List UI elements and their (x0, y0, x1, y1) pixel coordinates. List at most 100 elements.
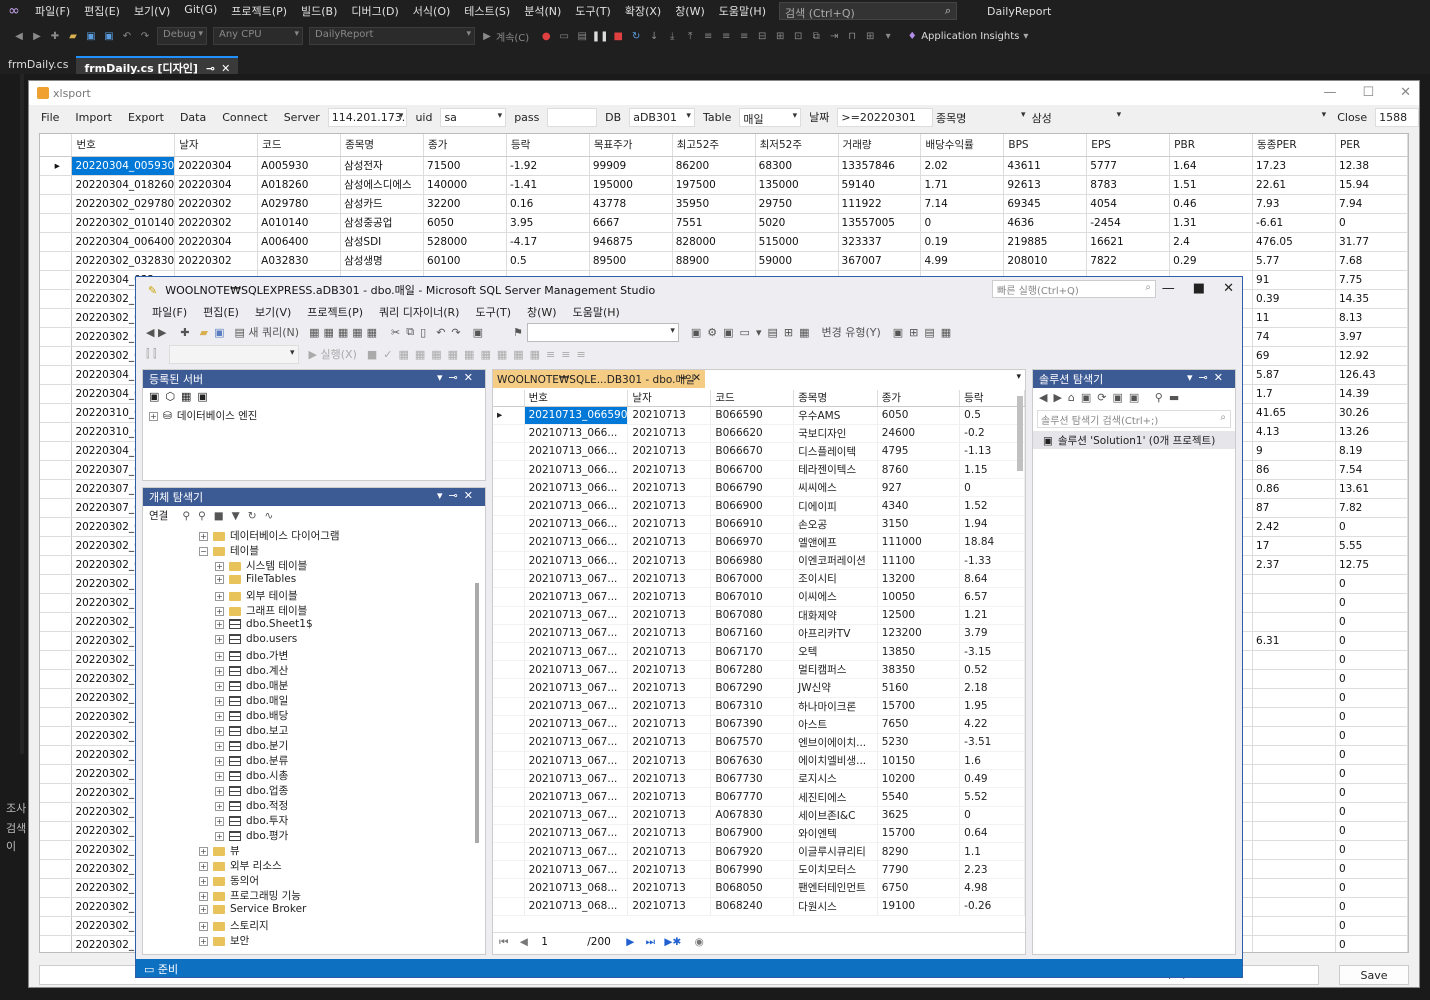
table-cell[interactable]: 20210713 (627, 751, 712, 771)
table-cell[interactable]: 세이브존I&C (793, 806, 878, 825)
table-cell[interactable]: 다원시스 (793, 897, 878, 916)
column-header[interactable]: 종가 (423, 134, 507, 157)
server-select[interactable]: 114.201.173.3 (327, 107, 408, 127)
undo-icon[interactable]: ↶ (436, 326, 445, 339)
tree-item[interactable]: + dbo.분류 (143, 753, 485, 768)
table-cell[interactable]: B067280 (710, 660, 795, 680)
more-icon[interactable]: ▾ (879, 31, 897, 42)
table-cell[interactable]: 3.95 (506, 213, 590, 233)
table-cell[interactable]: 91 (1252, 270, 1336, 290)
table-cell[interactable]: 99909 (589, 156, 673, 176)
expand-icon[interactable]: + (199, 891, 208, 901)
table-cell[interactable]: 20210713_067... (524, 569, 629, 589)
table-cell[interactable]: 15.94 (1335, 175, 1408, 195)
table-cell[interactable]: 5777 (1086, 156, 1171, 176)
table-cell[interactable]: -4.17 (506, 232, 590, 252)
row-header[interactable] (493, 478, 525, 498)
config-select[interactable]: Debug (157, 27, 207, 45)
table-cell[interactable]: 7.68 (1335, 251, 1408, 271)
row-header[interactable] (40, 517, 73, 537)
pass-input[interactable] (547, 107, 598, 127)
pin-icon[interactable]: ⊸ (678, 372, 687, 384)
tree-item[interactable]: + dbo.배당 (143, 708, 485, 723)
copy-icon[interactable]: ⧉ (406, 325, 414, 339)
table-row[interactable]: 20210713_066... 20210713 B066790 씨씨에스 927 0 (493, 478, 1025, 498)
expand-icon[interactable]: + (199, 921, 208, 931)
table-cell[interactable]: 20220304_005930 (71, 156, 176, 176)
table-cell[interactable]: 0 (1335, 574, 1408, 594)
table-cell[interactable]: B066980 (710, 551, 795, 571)
row-header[interactable] (40, 460, 73, 480)
row-header[interactable] (40, 479, 73, 499)
expand-icon[interactable]: + (215, 634, 224, 644)
table-cell[interactable]: 140000 (423, 175, 507, 195)
vs-menu-item[interactable]: 빌드(B) (294, 3, 344, 19)
row-header[interactable] (493, 642, 525, 662)
row-header[interactable] (493, 424, 525, 443)
table-cell[interactable]: 5.52 (959, 787, 1025, 807)
table-cell[interactable]: 0 (1335, 650, 1408, 670)
expand-icon[interactable]: + (215, 786, 224, 796)
table-cell[interactable]: 476.05 (1252, 232, 1336, 252)
table-cell[interactable]: 0 (959, 806, 1025, 825)
table-cell[interactable]: 20210713 (627, 424, 712, 443)
table-cell[interactable]: 삼성에스디에스 (340, 175, 425, 195)
table-cell[interactable]: 0 (1335, 213, 1408, 233)
save-button[interactable]: Save (1339, 965, 1409, 985)
table-cell[interactable]: 아스트 (793, 715, 878, 734)
table-cell[interactable]: 1.15 (959, 460, 1025, 480)
new-project-icon[interactable]: ✚ (46, 31, 64, 42)
tree-item[interactable]: + dbo.계산 (143, 663, 485, 678)
row-header[interactable] (493, 824, 525, 844)
table-cell[interactable]: 92613 (1003, 175, 1088, 195)
redo-icon[interactable]: ↷ (451, 326, 460, 339)
row-header[interactable] (493, 660, 525, 680)
table-cell[interactable]: 12500 (877, 606, 961, 625)
table-cell[interactable]: 35950 (672, 194, 756, 214)
table-cell[interactable]: A005930 (257, 156, 342, 176)
continue-button[interactable]: 계속(C) (496, 29, 529, 44)
lock-icon[interactable]: ⊓ (843, 31, 861, 42)
table-cell[interactable]: -6.61 (1252, 213, 1336, 233)
table-cell[interactable]: 디에이피 (793, 496, 878, 516)
maximize-icon[interactable]: ■ (1193, 281, 1205, 296)
expand-icon[interactable]: + (215, 816, 224, 826)
expand-icon[interactable]: + (215, 801, 224, 811)
row-header[interactable] (40, 213, 73, 233)
table-cell[interactable]: 삼성전자 (340, 156, 425, 176)
tab-order-icon[interactable]: ⇥ (825, 31, 843, 42)
table-row[interactable]: 20220304_006400 20220304 A006400 삼성SDI 52800… (40, 232, 1408, 252)
expand-icon[interactable]: + (215, 711, 224, 721)
table-cell[interactable] (1252, 688, 1336, 708)
table-cell[interactable]: 20210713_067... (524, 678, 629, 698)
table-cell[interactable] (1252, 802, 1336, 822)
table-cell[interactable]: 2.02 (920, 156, 1005, 176)
table-cell[interactable]: 59000 (755, 251, 839, 271)
connect-button[interactable]: 연결 (149, 510, 168, 522)
table-cell[interactable]: 0 (1335, 631, 1408, 651)
column-header[interactable]: 목표주가 (589, 134, 673, 157)
tools-icons[interactable]: ▣⚙▣▭▾▤⊞▦ (691, 326, 816, 339)
table-row[interactable]: 20210713_066... 20210713 B066970 엘앤에프 111000… (493, 533, 1025, 553)
row-header[interactable] (493, 697, 525, 716)
table-cell[interactable]: 20210713 (627, 533, 712, 553)
row-header[interactable] (40, 232, 73, 252)
tree-item[interactable]: − 테이블 (143, 543, 485, 558)
table-row[interactable]: 20210713_066... 20210713 B066980 이엔코퍼레이션 111… (493, 551, 1025, 571)
expand-icon[interactable]: + (215, 831, 224, 841)
expand-icon[interactable]: + (215, 574, 224, 584)
table-cell[interactable]: 43611 (1003, 156, 1088, 176)
pause-icon[interactable]: ❚❚ (591, 31, 609, 42)
row-header[interactable] (40, 555, 73, 575)
expand-icon[interactable]: + (199, 904, 208, 914)
table-cell[interactable] (1252, 764, 1336, 784)
tree-item[interactable]: + dbo.투자 (143, 813, 485, 828)
table-cell[interactable]: 3150 (877, 515, 961, 534)
table-cell[interactable]: 5230 (877, 733, 961, 753)
table-cell[interactable]: B066970 (710, 533, 795, 553)
row-header[interactable] (40, 365, 73, 385)
table-cell[interactable]: 4340 (877, 496, 961, 516)
table-cell[interactable]: 87 (1252, 498, 1336, 518)
row-header[interactable] (493, 442, 525, 462)
table-cell[interactable]: 0.46 (1169, 194, 1254, 214)
